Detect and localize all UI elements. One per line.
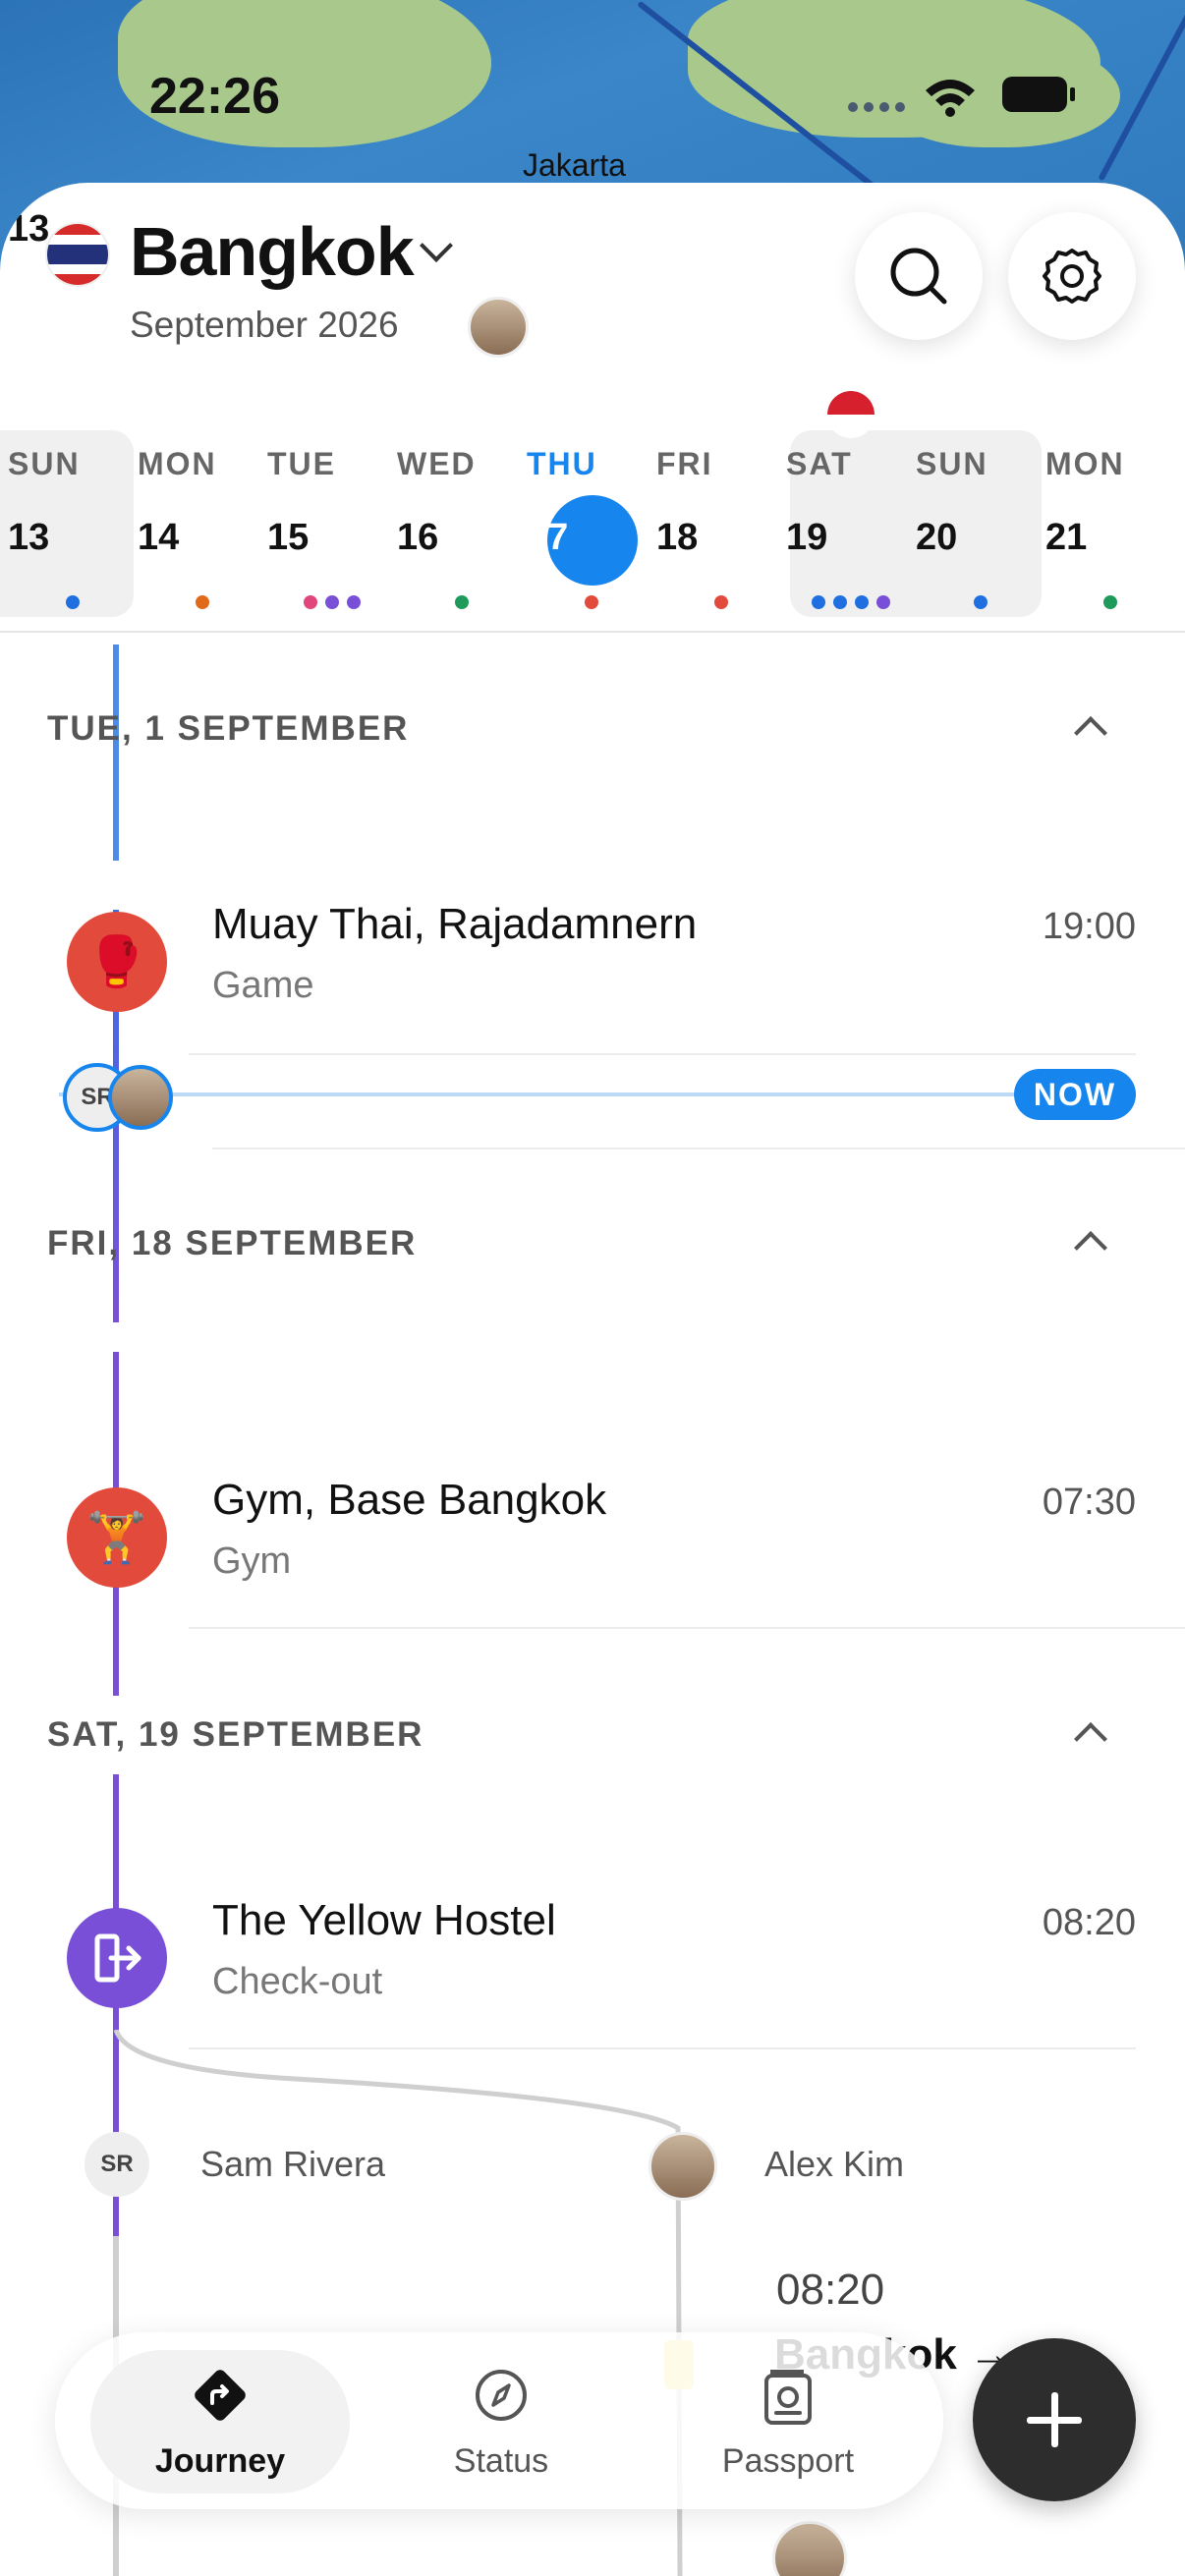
search-icon (890, 248, 947, 305)
day-number: 15 (267, 517, 310, 558)
event-type: Check-out (212, 1961, 383, 2002)
battery-icon (1002, 77, 1075, 112)
participant-name: Sam Rivera (200, 2144, 386, 2184)
check-out-icon (67, 1908, 167, 2008)
divider (189, 1627, 1185, 1629)
event-dots (527, 595, 656, 614)
wifi-icon (926, 80, 975, 117)
event-time: 19:00 (1042, 906, 1136, 947)
route-icon (195, 2370, 246, 2421)
day-number: 13 (8, 208, 50, 250)
status-time: 22:26 (149, 68, 280, 125)
day-number: 18 (656, 517, 699, 558)
day-number: 16 (397, 517, 439, 558)
section-heading: FRI, 18 SEPTEMBER (47, 1224, 418, 1262)
tab-label: Passport (721, 2442, 855, 2480)
day-of-week: SAT (786, 446, 853, 481)
event-type: Game (212, 965, 314, 1006)
tab-label: Journey (154, 2442, 286, 2480)
event-time: 07:30 (1042, 1482, 1136, 1523)
event-type: Gym (212, 1540, 292, 1582)
journey-sheet: Bangkok September 2026 SUN 13 SUN 13 (0, 183, 1185, 2576)
settings-button[interactable] (1008, 212, 1136, 340)
search-button[interactable] (855, 212, 983, 340)
event-title[interactable]: Gym, Base Bangkok (212, 1476, 606, 1525)
day-number: 17 (527, 517, 569, 558)
tab-bar: Journey Status Passport (55, 2332, 943, 2509)
participant-avatar[interactable] (649, 2132, 717, 2201)
event-dots (8, 595, 138, 614)
now-badge: NOW (1014, 1069, 1136, 1120)
event-dots (138, 595, 267, 614)
day-number: 20 (916, 517, 958, 558)
divider (189, 1053, 1136, 1055)
day-of-week: SUN (8, 446, 81, 481)
indonesia-flag-icon (827, 391, 875, 438)
day-of-week: THU (527, 446, 597, 481)
day-number: 21 (1045, 517, 1088, 558)
section-heading: TUE, 1 SEPTEMBER (47, 709, 410, 748)
event-title[interactable]: The Yellow Hostel (212, 1896, 556, 1945)
weightlifter-icon: 🏋️ (67, 1487, 167, 1588)
section-heading: SAT, 19 SEPTEMBER (47, 1715, 424, 1754)
event-dots (916, 595, 1045, 614)
event-dots (267, 595, 397, 614)
day-of-week: MON (138, 446, 217, 481)
collapse-chevron-icon[interactable] (1074, 1231, 1107, 1264)
participant-name: Alex Kim (764, 2144, 905, 2184)
day-of-week: WED (397, 446, 477, 481)
event-time: 08:20 (1042, 1902, 1136, 1943)
chevron-down-icon[interactable] (420, 229, 453, 262)
gear-icon (1043, 249, 1101, 304)
collapse-chevron-icon[interactable] (1074, 716, 1107, 750)
day-of-week: MON (1045, 446, 1125, 481)
tab-passport[interactable]: Passport (680, 2332, 896, 2509)
event-dots (656, 595, 786, 614)
compass-icon (476, 2370, 527, 2421)
event-dots (1045, 595, 1175, 614)
day-of-week: SUN (916, 446, 988, 481)
participant-initials[interactable]: SR (85, 2132, 149, 2197)
tab-label: Status (453, 2442, 549, 2480)
event-dots (786, 595, 916, 614)
boxing-glove-icon: 🥊 (67, 912, 167, 1012)
now-line (59, 1092, 1136, 1096)
day-number: 14 (138, 517, 180, 558)
cellular-icon (848, 102, 905, 112)
tab-journey[interactable]: Journey (112, 2332, 328, 2509)
map-city-label: Jakarta (523, 147, 626, 183)
day-number: 13 (8, 517, 50, 558)
avatar[interactable] (468, 297, 529, 358)
passport-icon (764, 2370, 812, 2425)
day-strip-divider (0, 631, 1185, 633)
day-of-week: TUE (267, 446, 336, 481)
add-button[interactable] (973, 2338, 1136, 2501)
collapse-chevron-icon[interactable] (1074, 1722, 1107, 1756)
day-number: 19 (786, 517, 828, 558)
day-of-week: FRI (656, 446, 713, 481)
status-bar: 22:26 (0, 61, 1185, 130)
now-avatar[interactable] (108, 1065, 173, 1130)
divider (212, 1148, 1185, 1149)
city-title[interactable]: Bangkok (130, 212, 415, 291)
event-time: 08:20 (776, 2266, 885, 2314)
plus-icon (1051, 2392, 1058, 2447)
event-dots (397, 595, 527, 614)
event-title[interactable]: Muay Thai, Rajadamnern (212, 900, 697, 949)
timeline-line (113, 644, 119, 861)
trip-month: September 2026 (130, 305, 399, 345)
tab-status[interactable]: Status (393, 2332, 609, 2509)
